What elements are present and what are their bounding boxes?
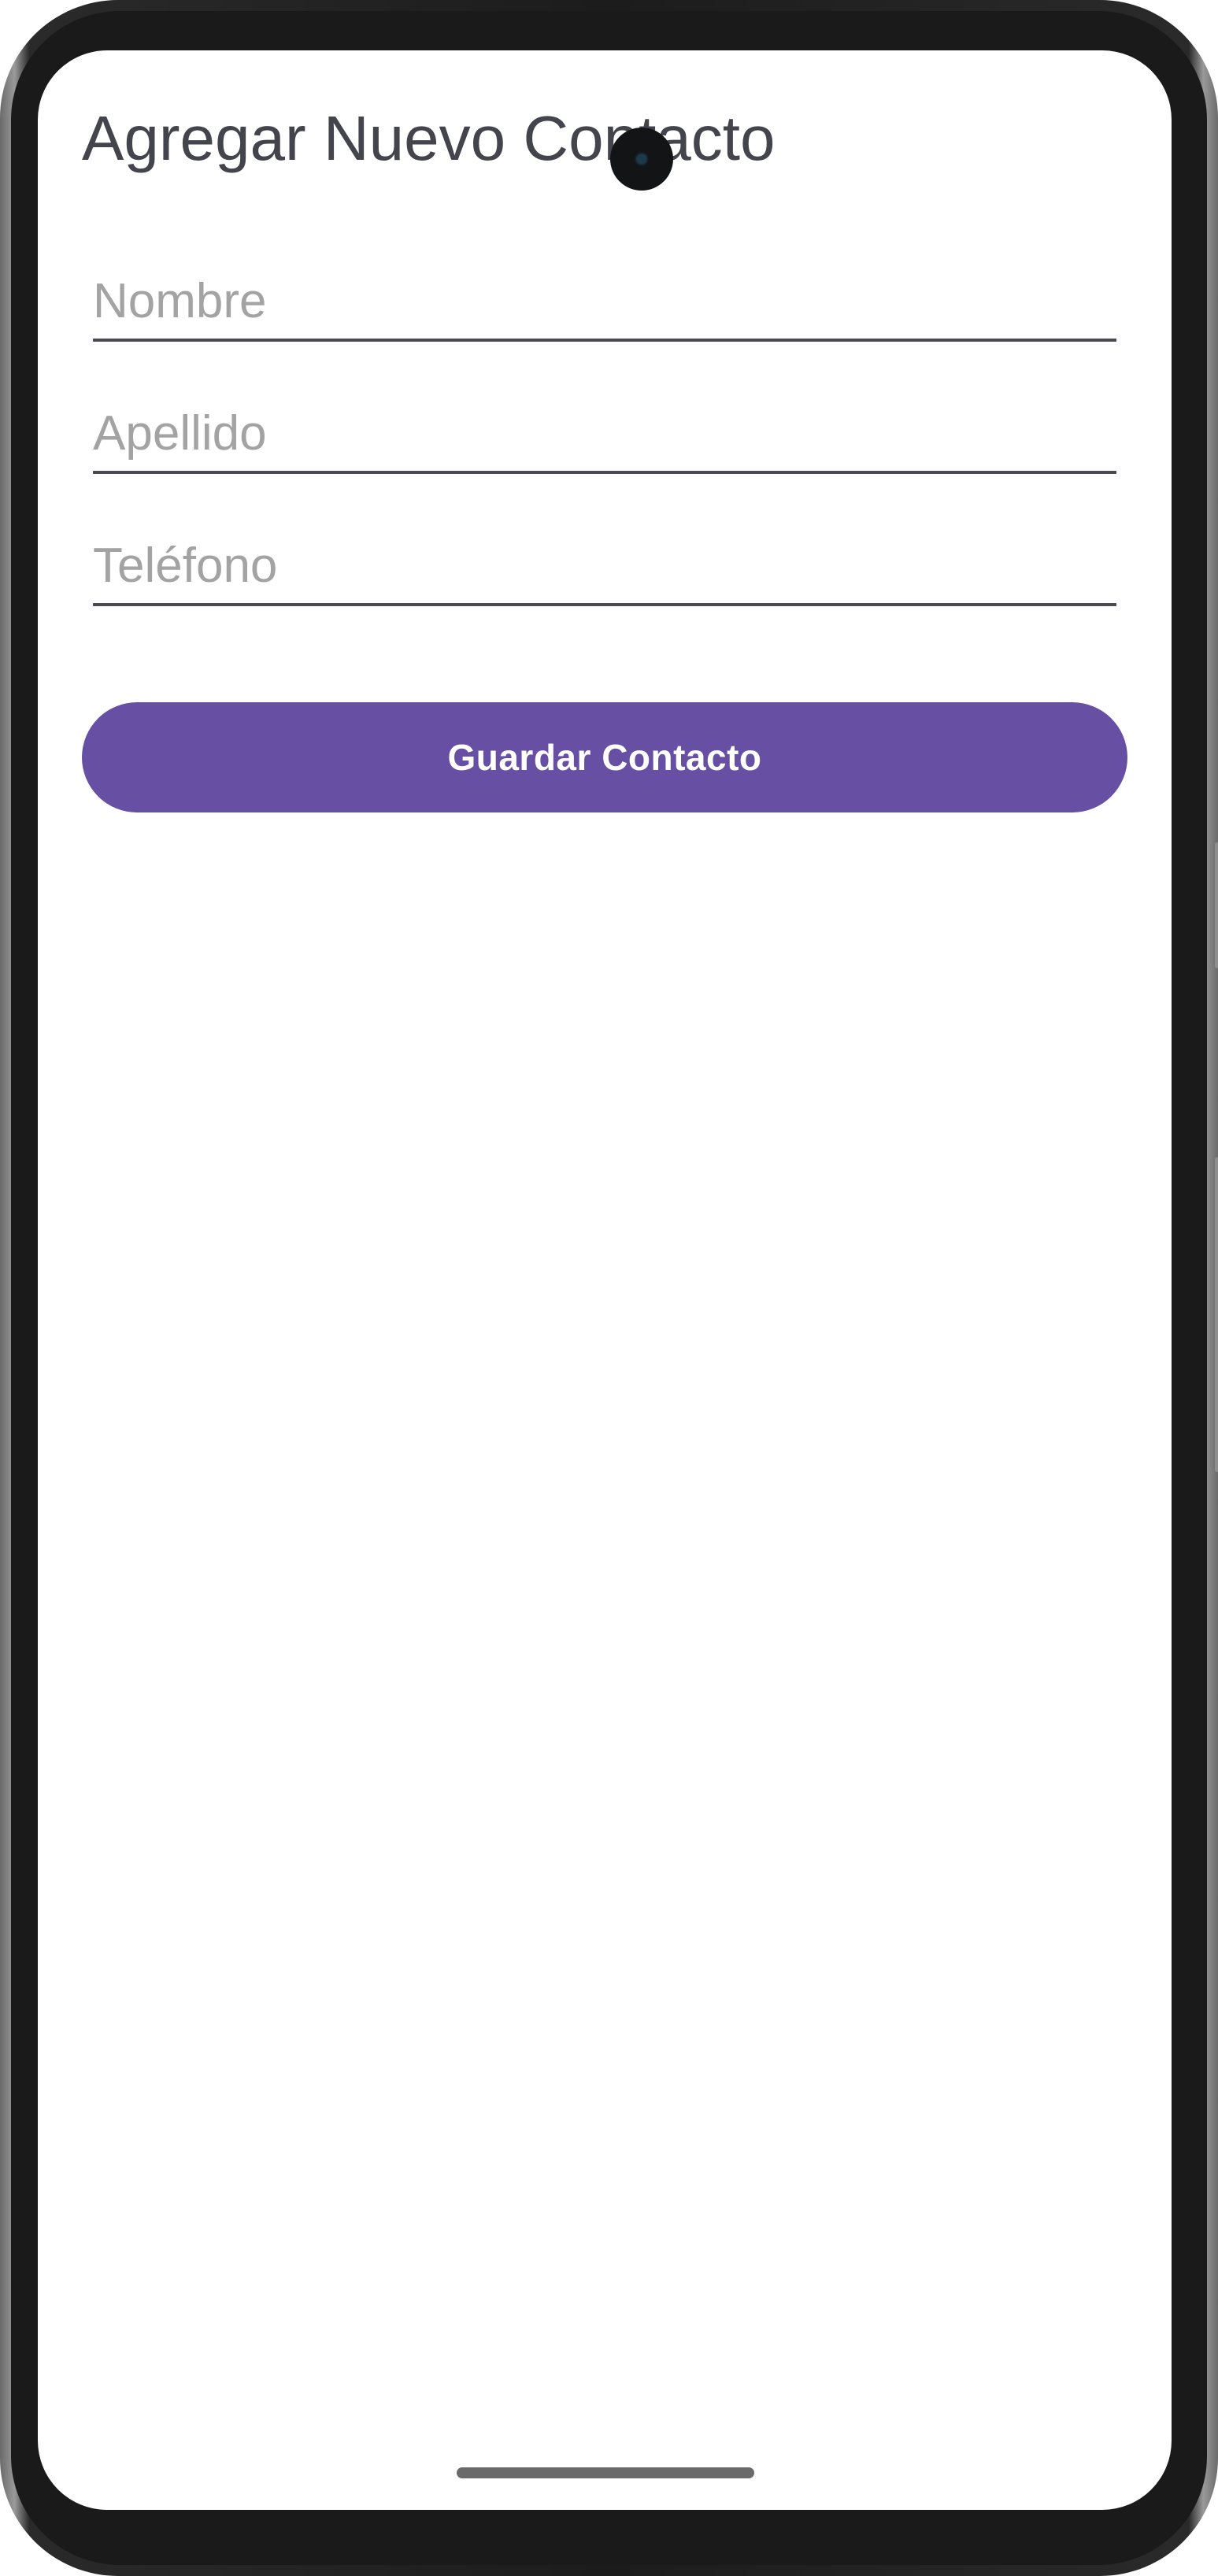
last-name-input[interactable] [93,405,1116,461]
phone-field[interactable] [93,512,1116,606]
app-screen: Agregar Nuevo Contacto Guardar Contacto [38,50,1172,2510]
phone-frame: Agregar Nuevo Contacto Guardar Contacto [0,0,1218,2576]
first-name-field[interactable] [93,247,1116,342]
save-contact-button[interactable]: Guardar Contacto [82,702,1127,812]
volume-button [1215,842,1218,968]
gesture-bar-icon[interactable] [457,2467,754,2478]
power-button [1215,1157,1218,1472]
first-name-input[interactable] [93,273,1116,329]
front-camera-icon [610,128,673,191]
phone-input[interactable] [93,538,1116,594]
last-name-field[interactable] [93,379,1116,474]
